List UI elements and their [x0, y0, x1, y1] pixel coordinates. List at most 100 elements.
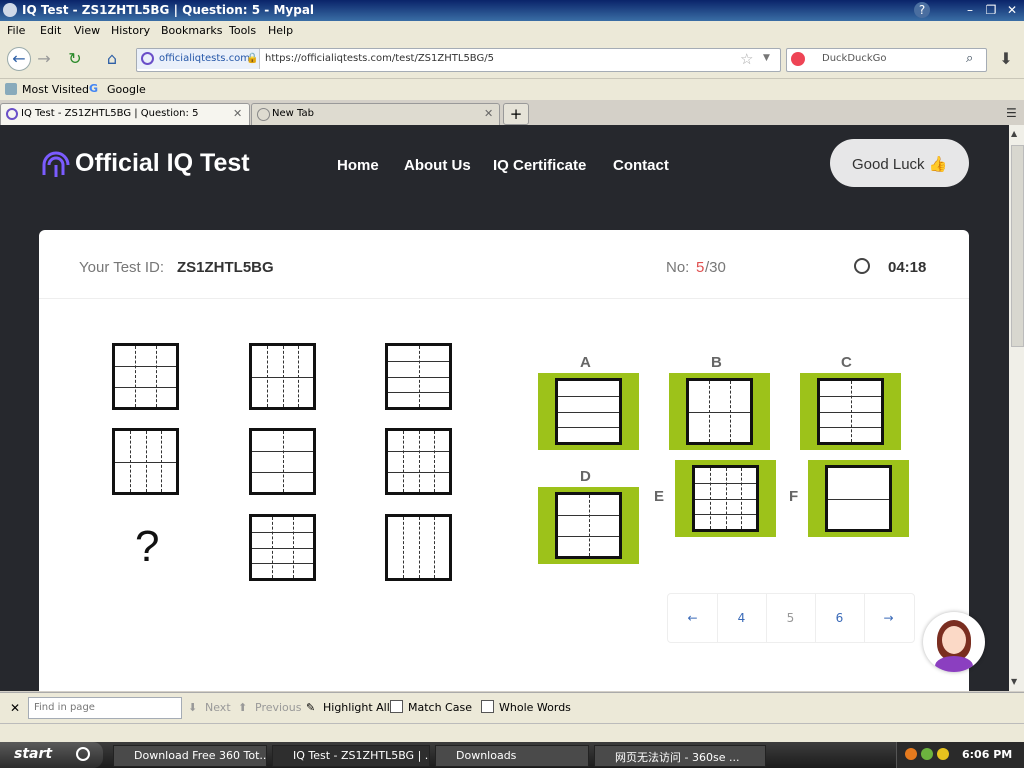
dashed-line [433, 431, 435, 492]
bookmarks-bar: Most Visited G Google [0, 79, 1024, 100]
solid-line [558, 426, 619, 428]
find-next-button[interactable]: Next [205, 701, 231, 714]
list-tabs-icon[interactable]: ☰ [1006, 106, 1017, 120]
taskbar-item[interactable]: Download Free 360 Tot... [113, 745, 267, 767]
tab-label: New Tab [272, 108, 314, 119]
close-findbar-icon[interactable]: ✕ [10, 701, 20, 715]
reload-icon[interactable]: ↻ [63, 47, 87, 71]
scrollbar[interactable]: ▲ ▼ [1009, 125, 1024, 691]
option-figure [817, 378, 884, 445]
taskbar-item-active[interactable]: IQ Test - ZS1ZHTL5BG | ... [272, 745, 430, 767]
tab-new-tab[interactable]: New Tab ✕ [251, 103, 500, 125]
home-icon[interactable]: ⌂ [100, 47, 124, 71]
nav-iq-certificate[interactable]: IQ Certificate [493, 157, 586, 174]
new-tab-button[interactable]: + [503, 103, 529, 125]
nav-contact[interactable]: Contact [613, 157, 669, 174]
highlight-all-button[interactable]: Highlight All [323, 701, 390, 714]
back-icon[interactable]: ← [7, 47, 31, 71]
page-5-button[interactable]: 5 [766, 593, 816, 643]
menu-bookmarks[interactable]: Bookmarks [161, 24, 222, 37]
close-tab-icon[interactable]: ✕ [484, 107, 493, 120]
close-tab-icon[interactable]: ✕ [233, 107, 242, 120]
option-f[interactable] [808, 460, 909, 537]
tray-icon[interactable] [921, 748, 933, 760]
avatar-body [935, 656, 973, 672]
menu-bar: File Edit View History Bookmarks Tools H… [0, 21, 1024, 40]
dashed-line [725, 468, 727, 529]
site-logo[interactable]: Official IQ Test [75, 149, 250, 178]
good-luck-button[interactable]: Good Luck 👍 [830, 139, 969, 187]
find-next-icon[interactable]: ⬇ [188, 701, 197, 714]
find-previous-icon[interactable]: ⬆ [238, 701, 247, 714]
download-icon[interactable]: ⬇ [994, 47, 1018, 71]
scroll-up-icon[interactable]: ▲ [1011, 129, 1017, 138]
good-luck-label: Good Luck 👍 [852, 156, 948, 173]
matrix-cell [249, 514, 316, 581]
matrix-cell [385, 514, 452, 581]
bookmark-star-icon[interactable]: ☆ [740, 50, 753, 68]
dashed-line [709, 381, 711, 442]
option-c[interactable] [800, 373, 901, 450]
scroll-thumb[interactable] [1011, 145, 1024, 347]
dashed-line [282, 431, 284, 492]
tray-icon[interactable] [905, 748, 917, 760]
find-previous-button[interactable]: Previous [255, 701, 302, 714]
tab-iq-test[interactable]: IQ Test - ZS1ZHTL5BG | Question: 5 ✕ [0, 103, 250, 125]
forward-icon[interactable]: → [32, 47, 56, 71]
restore-button[interactable]: ❐ [983, 2, 999, 18]
option-figure [555, 492, 622, 559]
taskbar-item-label: Downloads [456, 749, 517, 762]
site-domain: officialiqtests.com [159, 53, 251, 64]
option-e[interactable] [675, 460, 776, 537]
most-visited-icon [5, 83, 17, 95]
tray-icon[interactable] [937, 748, 949, 760]
menu-history[interactable]: History [111, 24, 150, 37]
taskbar-item[interactable]: 网页无法访问 - 360se ... [594, 745, 766, 767]
chevron-down-icon[interactable]: ▼ [763, 53, 770, 63]
option-figure [692, 465, 759, 532]
match-case-label: Match Case [408, 701, 472, 714]
page-4-button[interactable]: 4 [717, 593, 767, 643]
nav-home[interactable]: Home [337, 157, 379, 174]
whole-words-label: Whole Words [499, 701, 571, 714]
close-window-button[interactable]: ✕ [1004, 2, 1020, 18]
search-input[interactable]: DuckDuckGo [822, 53, 887, 64]
menu-view[interactable]: View [74, 24, 100, 37]
duckduckgo-icon[interactable] [791, 52, 805, 66]
url-text[interactable]: https://officialiqtests.com/test/ZS1ZHTL… [265, 53, 494, 64]
clock-icon [854, 258, 870, 274]
taskbar-item[interactable]: Downloads [435, 745, 589, 767]
assistant-avatar[interactable] [923, 612, 985, 672]
next-page-button[interactable]: → [864, 593, 913, 643]
option-d[interactable] [538, 487, 639, 564]
search-icon[interactable]: ⌕ [966, 51, 973, 66]
find-input[interactable]: Find in page [28, 697, 182, 719]
page-6-button[interactable]: 6 [815, 593, 865, 643]
option-figure [555, 378, 622, 445]
whole-words-checkbox[interactable] [481, 700, 494, 713]
bookmark-most-visited[interactable]: Most Visited [22, 83, 89, 96]
prev-page-button[interactable]: ← [668, 593, 718, 643]
bookmark-google[interactable]: Google [107, 83, 146, 96]
solid-line [828, 498, 889, 500]
dashed-line [418, 346, 420, 407]
matrix-cell [385, 428, 452, 495]
option-b[interactable] [669, 373, 770, 450]
site-favicon-icon [141, 52, 154, 65]
nav-about-us[interactable]: About Us [404, 157, 471, 174]
menu-edit[interactable]: Edit [40, 24, 61, 37]
dashed-line [130, 431, 132, 492]
option-a[interactable] [538, 373, 639, 450]
option-label-c: C [841, 354, 852, 371]
help-icon[interactable]: ? [914, 2, 930, 18]
taskbar-clock: 6:06 PM [962, 748, 1013, 761]
start-button[interactable]: start [0, 742, 103, 768]
menu-tools[interactable]: Tools [229, 24, 256, 37]
menu-help[interactable]: Help [268, 24, 293, 37]
menu-file[interactable]: File [7, 24, 25, 37]
site-identity[interactable]: officialiqtests.com [137, 49, 260, 69]
scroll-down-icon[interactable]: ▼ [1011, 677, 1017, 686]
match-case-checkbox[interactable] [390, 700, 403, 713]
minimize-button[interactable]: – [962, 2, 978, 18]
taskbar-item-label: IQ Test - ZS1ZHTL5BG | ... [293, 749, 430, 762]
